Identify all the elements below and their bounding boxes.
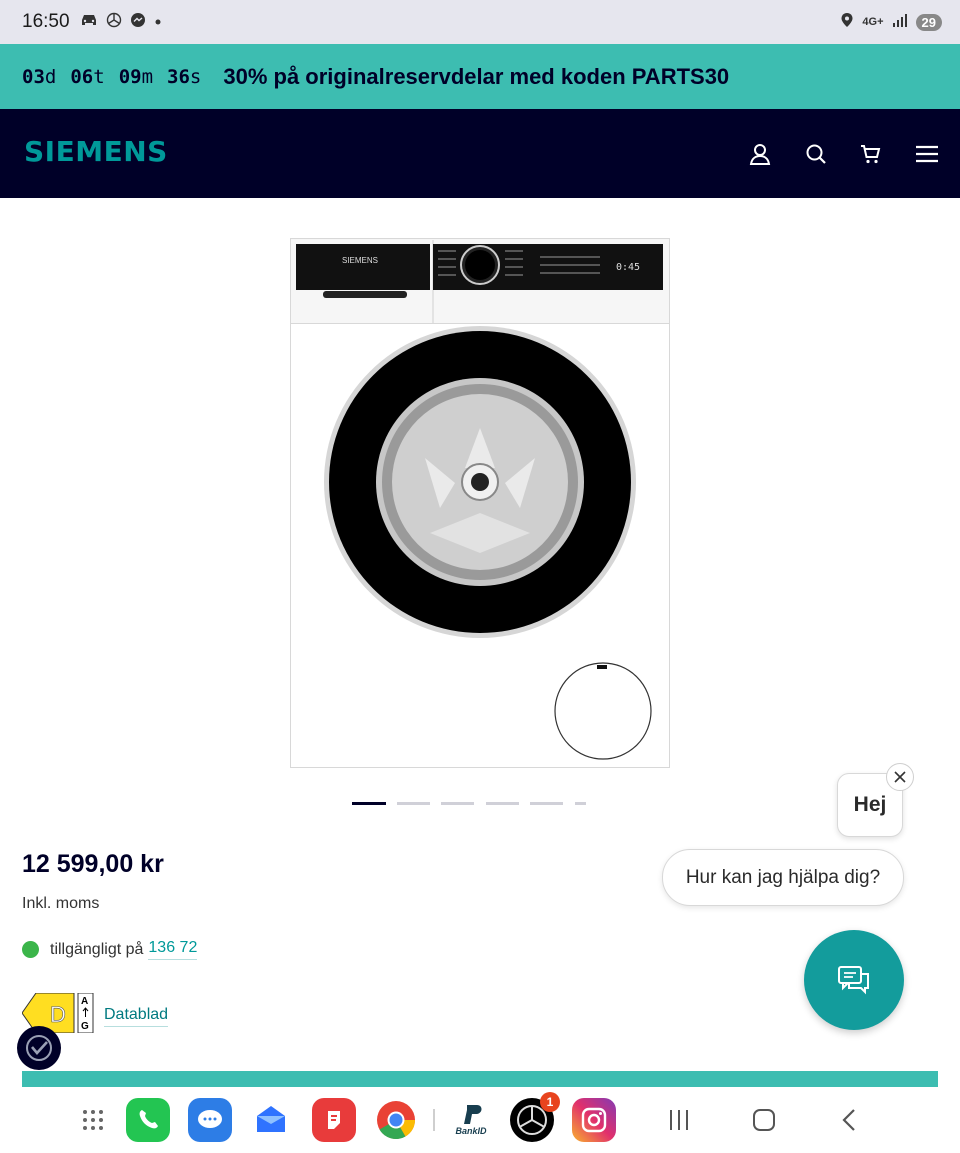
add-to-cart-bar[interactable] xyxy=(22,1071,938,1087)
product-price: 12 599,00 kr xyxy=(22,850,164,878)
chat-button[interactable] xyxy=(804,930,904,1030)
back-button[interactable] xyxy=(834,1105,864,1135)
dock-divider xyxy=(433,1109,435,1131)
messenger-icon xyxy=(130,12,146,33)
status-bar: 16:50 4G+ 29 xyxy=(0,0,960,44)
countdown-seconds: 36s xyxy=(167,65,202,88)
countdown-timer: 03d 06t 09m 36s xyxy=(22,66,201,88)
product-gallery[interactable]: SIEMENS 0:45 xyxy=(0,198,960,818)
gallery-dot-2[interactable] xyxy=(397,802,430,805)
search-icon[interactable] xyxy=(801,139,831,169)
signal-icon xyxy=(892,13,908,32)
car-icon xyxy=(80,13,98,32)
gallery-indicator xyxy=(0,802,960,808)
washer-display: 0:45 xyxy=(616,262,640,273)
energy-scale-top: A xyxy=(81,996,88,1007)
mercedes-icon xyxy=(106,12,122,33)
android-dock: BankID 1 xyxy=(0,1087,960,1153)
blue-app-icon[interactable] xyxy=(249,1098,293,1142)
messages-app-icon[interactable] xyxy=(188,1098,232,1142)
mercedes-app-icon[interactable]: 1 xyxy=(510,1092,560,1142)
datasheet-link[interactable]: Datablad xyxy=(104,1006,169,1027)
network-label: 4G+ xyxy=(862,16,884,28)
chat-icon xyxy=(838,966,869,995)
energy-scale-bottom: G xyxy=(81,1021,89,1032)
countdown-hours: 06t xyxy=(70,65,105,88)
chrome-app-icon[interactable] xyxy=(374,1098,418,1142)
gallery-dot-1[interactable] xyxy=(352,802,386,805)
siemens-logo[interactable]: SIEMENS xyxy=(24,135,168,168)
phone-app-icon[interactable] xyxy=(126,1098,170,1142)
status-time: 16:50 xyxy=(22,11,70,32)
vat-note: Inkl. moms xyxy=(22,895,100,912)
promo-banner[interactable]: 03d 06t 09m 36s 30% på originalreservdel… xyxy=(0,44,960,109)
postal-code-link[interactable]: 136 72 xyxy=(148,939,198,960)
recent-apps-button[interactable] xyxy=(664,1105,694,1135)
battery-badge: 29 xyxy=(915,13,942,31)
countdown-days: 03d xyxy=(22,65,57,88)
availability: tillgängligt på 136 72 xyxy=(22,939,198,960)
site-header: SIEMENS xyxy=(0,109,960,198)
location-icon xyxy=(840,12,854,33)
chat-prompt[interactable]: Hur kan jag hjälpa dig? xyxy=(662,849,904,906)
gallery-dot-6[interactable] xyxy=(575,802,586,805)
home-button[interactable] xyxy=(749,1105,779,1135)
app-drawer-icon[interactable] xyxy=(71,1098,115,1142)
status-right: 4G+ 29 xyxy=(840,0,942,44)
availability-indicator xyxy=(22,941,39,958)
menu-icon[interactable] xyxy=(912,139,942,169)
cart-icon[interactable] xyxy=(856,139,886,169)
countdown-minutes: 09m xyxy=(118,65,154,88)
gallery-dot-5[interactable] xyxy=(530,802,563,805)
energy-class: D xyxy=(50,1002,66,1027)
washer-brand-label: SIEMENS xyxy=(342,256,378,265)
promo-text: 30% på originalreservdelar med koden PAR… xyxy=(223,63,730,89)
availability-text: tillgängligt på xyxy=(50,940,144,958)
security-shield-icon[interactable] xyxy=(17,1026,61,1070)
more-notifications-dot xyxy=(154,13,162,31)
notification-badge: 1 xyxy=(540,1092,560,1112)
close-icon[interactable] xyxy=(886,763,914,791)
washing-machine-image: SIEMENS 0:45 xyxy=(290,238,670,768)
gallery-dot-3[interactable] xyxy=(441,802,474,805)
red-app-icon[interactable] xyxy=(312,1098,356,1142)
bankid-label: BankID xyxy=(455,1126,487,1136)
notification-icons xyxy=(80,12,162,33)
gallery-dot-4[interactable] xyxy=(486,802,519,805)
bankid-app-icon[interactable]: BankID xyxy=(449,1098,493,1142)
account-icon[interactable] xyxy=(745,139,775,169)
instagram-app-icon[interactable] xyxy=(572,1098,616,1142)
